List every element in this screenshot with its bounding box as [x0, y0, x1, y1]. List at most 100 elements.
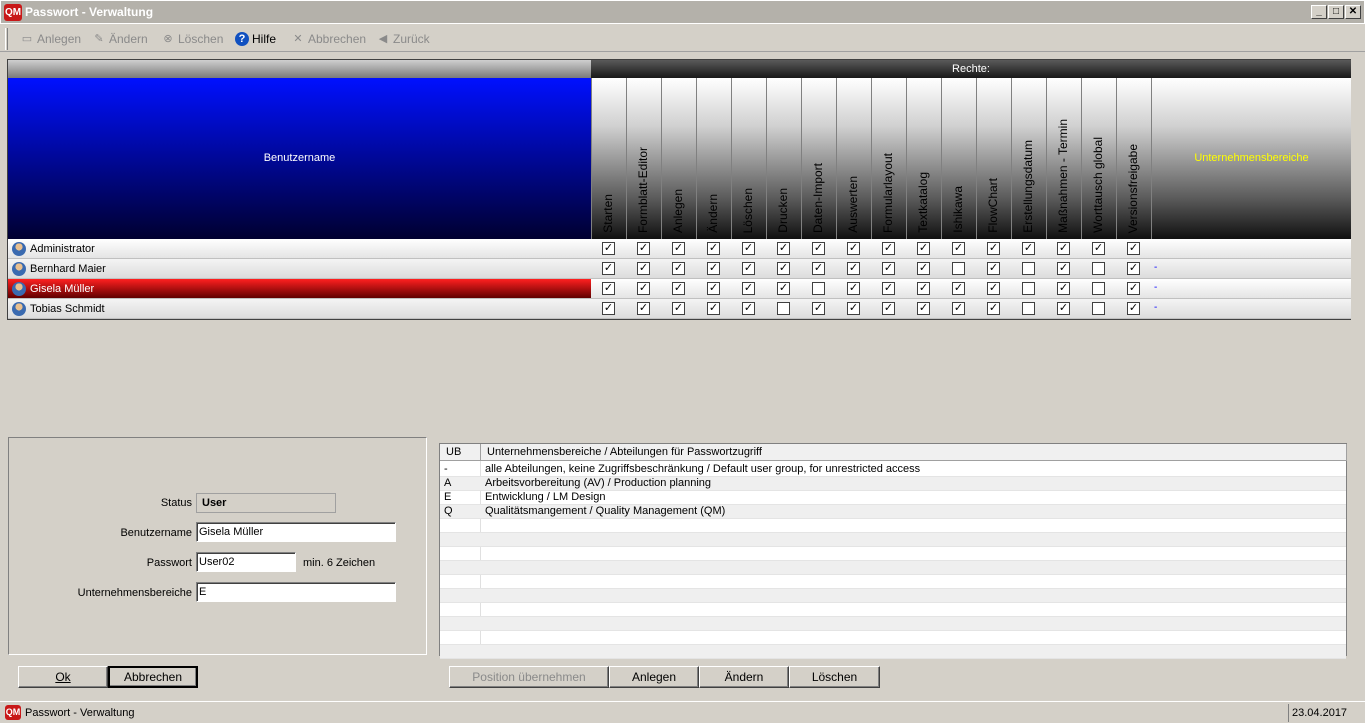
- rights-checkbox[interactable]: ✓: [987, 282, 1000, 295]
- rights-checkbox[interactable]: ✓: [742, 302, 755, 315]
- minimize-icon[interactable]: _: [1311, 5, 1327, 19]
- rights-checkbox[interactable]: ✓: [917, 302, 930, 315]
- rights-checkbox[interactable]: ✓: [1057, 242, 1070, 255]
- rights-checkbox[interactable]: ✓: [917, 262, 930, 275]
- rights-checkbox[interactable]: [1092, 302, 1105, 315]
- rights-checkbox[interactable]: ✓: [707, 242, 720, 255]
- rights-column-header[interactable]: Löschen: [731, 78, 766, 239]
- ub-list-row[interactable]: E Entwicklung / LM Design: [440, 491, 1346, 505]
- rights-checkbox[interactable]: ✓: [1022, 242, 1035, 255]
- rights-checkbox[interactable]: ✓: [742, 242, 755, 255]
- anlegen-toolbar-button[interactable]: ▭ Anlegen: [20, 31, 81, 47]
- rights-column-header[interactable]: Maßnahmen - Termin: [1046, 78, 1081, 239]
- rights-checkbox[interactable]: ✓: [672, 242, 685, 255]
- rights-checkbox[interactable]: ✓: [602, 242, 615, 255]
- ub-list-col-desc[interactable]: Unternehmensbereiche / Abteilungen für P…: [481, 444, 1347, 461]
- abbrechen-toolbar-button[interactable]: ✕ Abbrechen: [291, 31, 366, 47]
- rights-checkbox[interactable]: ✓: [672, 302, 685, 315]
- close-icon[interactable]: ✕: [1345, 5, 1361, 19]
- position-uebernehmen-button[interactable]: Position übernehmen: [449, 666, 609, 688]
- hilfe-toolbar-button[interactable]: ? Hilfe: [235, 31, 276, 47]
- aendern-toolbar-button[interactable]: ✎ Ändern: [92, 31, 147, 47]
- rights-checkbox[interactable]: ✓: [952, 282, 965, 295]
- rights-checkbox[interactable]: [1092, 282, 1105, 295]
- rights-checkbox[interactable]: ✓: [777, 242, 790, 255]
- rights-checkbox[interactable]: ✓: [637, 242, 650, 255]
- rights-checkbox[interactable]: ✓: [707, 282, 720, 295]
- ok-button[interactable]: Ok: [18, 666, 108, 688]
- username-column-header[interactable]: Benutzername: [8, 78, 591, 239]
- rights-checkbox[interactable]: ✓: [987, 302, 1000, 315]
- anlegen-button[interactable]: Anlegen: [609, 666, 699, 688]
- rights-checkbox[interactable]: ✓: [812, 302, 825, 315]
- rights-checkbox[interactable]: ✓: [882, 302, 895, 315]
- rights-checkbox[interactable]: ✓: [777, 282, 790, 295]
- rights-column-header[interactable]: FlowChart: [976, 78, 1011, 239]
- user-name-cell[interactable]: Administrator: [8, 239, 591, 258]
- rights-checkbox[interactable]: ✓: [917, 242, 930, 255]
- loeschen-toolbar-button[interactable]: ⊗ Löschen: [161, 31, 223, 47]
- rights-column-header[interactable]: Anlegen: [661, 78, 696, 239]
- user-row[interactable]: Bernhard Maier ✓ ✓ ✓ ✓ ✓ ✓ ✓ ✓ ✓ ✓ ✓ ✓ ✓ -: [8, 259, 1351, 279]
- rights-checkbox[interactable]: ✓: [742, 262, 755, 275]
- rights-column-header[interactable]: Erstellungsdatum: [1011, 78, 1046, 239]
- user-name-cell[interactable]: Tobias Schmidt: [8, 299, 591, 318]
- rights-checkbox[interactable]: ✓: [952, 242, 965, 255]
- rights-column-header[interactable]: Ishikawa: [941, 78, 976, 239]
- rights-checkbox[interactable]: [1022, 262, 1035, 275]
- rights-checkbox[interactable]: ✓: [637, 302, 650, 315]
- rights-column-header[interactable]: Formblatt-Editor: [626, 78, 661, 239]
- rights-checkbox[interactable]: ✓: [602, 262, 615, 275]
- rights-checkbox[interactable]: ✓: [672, 262, 685, 275]
- rights-checkbox[interactable]: ✓: [602, 282, 615, 295]
- user-name-cell[interactable]: Gisela Müller: [8, 279, 591, 298]
- rights-checkbox[interactable]: ✓: [847, 242, 860, 255]
- zurueck-toolbar-button[interactable]: ◀ Zurück: [376, 31, 430, 47]
- rights-checkbox[interactable]: [812, 282, 825, 295]
- rights-checkbox[interactable]: [1092, 262, 1105, 275]
- rights-checkbox[interactable]: ✓: [1057, 282, 1070, 295]
- rights-checkbox[interactable]: ✓: [602, 302, 615, 315]
- ub-list-col-ub[interactable]: UB: [440, 444, 481, 461]
- rights-column-header[interactable]: Textkatalog: [906, 78, 941, 239]
- rights-column-header[interactable]: Starten: [591, 78, 626, 239]
- rights-column-header[interactable]: Formularlayout: [871, 78, 906, 239]
- rights-checkbox[interactable]: [952, 262, 965, 275]
- rights-checkbox[interactable]: ✓: [987, 242, 1000, 255]
- rights-checkbox[interactable]: ✓: [1057, 262, 1070, 275]
- rights-checkbox[interactable]: [1022, 302, 1035, 315]
- rights-checkbox[interactable]: ✓: [847, 282, 860, 295]
- rights-checkbox[interactable]: ✓: [917, 282, 930, 295]
- user-row[interactable]: Administrator ✓ ✓ ✓ ✓ ✓ ✓ ✓ ✓ ✓ ✓ ✓ ✓ ✓ ✓ ✓ ✓: [8, 239, 1351, 259]
- rights-column-header[interactable]: Worttausch global: [1081, 78, 1116, 239]
- rights-checkbox[interactable]: ✓: [637, 262, 650, 275]
- rights-checkbox[interactable]: ✓: [1057, 302, 1070, 315]
- rights-checkbox[interactable]: ✓: [882, 282, 895, 295]
- username-field[interactable]: Gisela Müller: [196, 522, 396, 542]
- password-field[interactable]: User02: [196, 552, 296, 572]
- rights-checkbox[interactable]: ✓: [1127, 282, 1140, 295]
- rights-checkbox[interactable]: ✓: [742, 282, 755, 295]
- ub-list-row[interactable]: A Arbeitsvorbereitung (AV) / Production p…: [440, 477, 1346, 491]
- rights-checkbox[interactable]: ✓: [1127, 262, 1140, 275]
- maximize-icon[interactable]: □: [1328, 5, 1344, 19]
- rights-checkbox[interactable]: ✓: [707, 302, 720, 315]
- aendern-button[interactable]: Ändern: [699, 666, 789, 688]
- rights-checkbox[interactable]: ✓: [1092, 242, 1105, 255]
- rights-column-header[interactable]: Ändern: [696, 78, 731, 239]
- ub-column-header[interactable]: Unternehmensbereiche: [1151, 78, 1351, 239]
- rights-checkbox[interactable]: ✓: [637, 282, 650, 295]
- rights-checkbox[interactable]: ✓: [952, 302, 965, 315]
- rights-checkbox[interactable]: ✓: [777, 262, 790, 275]
- rights-checkbox[interactable]: ✓: [707, 262, 720, 275]
- rights-checkbox[interactable]: ✓: [1127, 302, 1140, 315]
- loeschen-button[interactable]: Löschen: [789, 666, 880, 688]
- rights-column-header[interactable]: Versionsfreigabe: [1116, 78, 1151, 239]
- user-ub-cell[interactable]: -: [1154, 282, 1157, 293]
- ub-list-row[interactable]: Q Qualitätsmangement / Quality Management…: [440, 505, 1346, 519]
- user-row[interactable]: Tobias Schmidt ✓ ✓ ✓ ✓ ✓ ✓ ✓ ✓ ✓ ✓ ✓ ✓ ✓ -: [8, 299, 1351, 319]
- user-ub-cell[interactable]: -: [1154, 302, 1157, 313]
- rights-checkbox[interactable]: ✓: [672, 282, 685, 295]
- rights-checkbox[interactable]: ✓: [847, 262, 860, 275]
- rights-checkbox[interactable]: ✓: [847, 302, 860, 315]
